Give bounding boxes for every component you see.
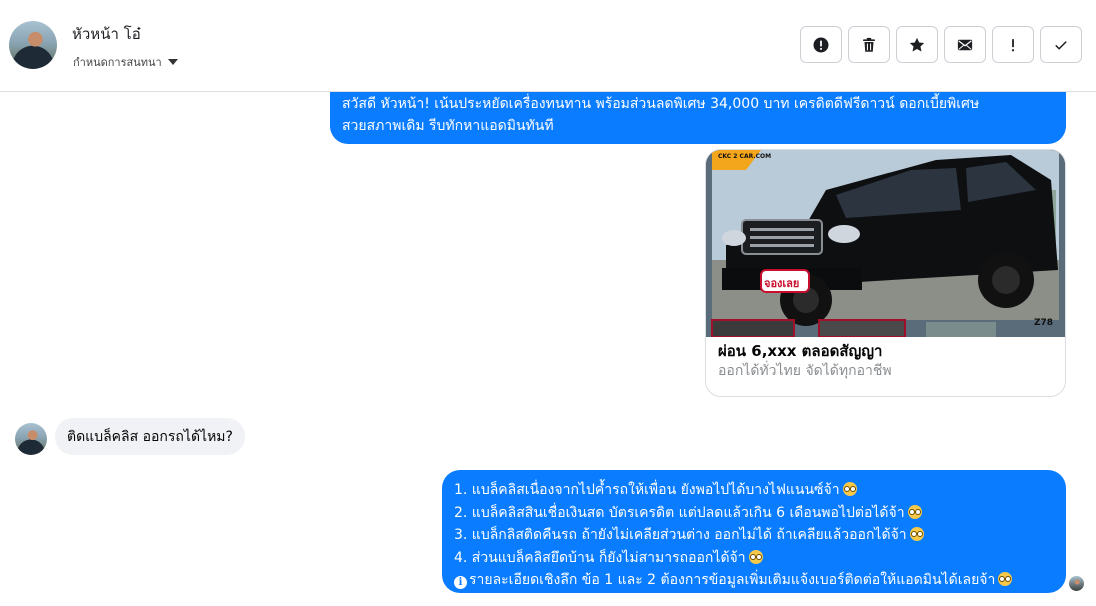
emoji-icon: [907, 504, 922, 519]
truck-image: CKC 2 CAR.COM จองเลย Z78: [706, 150, 1065, 338]
reply-line: 1. แบล็คลิสเนื่องจากไปค้ำรถให้เพื่อน ยัง…: [454, 479, 1054, 502]
star-button[interactable]: [896, 26, 938, 63]
conversation-header: หัวหน้า โอ๋ กำหนดการสนทนา: [0, 0, 1096, 92]
outgoing-reply-message[interactable]: 1. แบล็คลิสเนื่องจากไปค้ำรถให้เพื่อน ยัง…: [442, 470, 1066, 593]
spam-button[interactable]: [800, 26, 842, 63]
follow-up-button[interactable]: [992, 26, 1034, 63]
contact-avatar[interactable]: [9, 21, 57, 69]
contact-name[interactable]: หัวหน้า โอ๋: [72, 22, 141, 46]
mark-done-button[interactable]: [1040, 26, 1082, 63]
conversation-settings-label: กำหนดการสนทนา: [73, 56, 162, 69]
reply-line: 3. แบล็กลิสติดคืนรถ ถ้ายังไม่เคลียส่วนต่…: [454, 524, 1054, 547]
card-subtitle: ออกได้ทั่วไทย จัดได้ทุกอาชีพ: [718, 363, 892, 379]
check-icon: [1055, 40, 1067, 50]
emoji-icon: [998, 572, 1013, 586]
brand-tag: CKC 2 CAR.COM: [718, 153, 772, 160]
incoming-message[interactable]: ติดแบล็คลิส ออกรถได้ไหม?: [55, 418, 245, 455]
alert-circle-icon: [813, 37, 829, 52]
delete-button[interactable]: [848, 26, 890, 63]
emoji-icon: [748, 549, 763, 564]
message-toolbar: [800, 26, 1082, 63]
reply-line: i รายละเอียดเชิงลึก ข้อ 1 และ 2 ต้องการข้…: [454, 569, 1054, 592]
info-icon: i: [454, 576, 467, 589]
star-icon: [909, 37, 925, 51]
emoji-icon: [842, 482, 857, 496]
reply-line: 4. ส่วนแบล็คลิสยึดบ้าน ก็ยังไม่สามารถออก…: [454, 547, 1054, 570]
message-text-line: สวยสภาพเดิม รีบทักหาแอดมินทันที: [342, 118, 554, 134]
conversation-settings-dropdown[interactable]: กำหนดการสนทนา: [73, 53, 178, 71]
contact-avatar-small[interactable]: [15, 423, 47, 455]
mark-unread-button[interactable]: [944, 26, 986, 63]
outgoing-message[interactable]: สวัสดี หัวหน้า! เน้นประหยัดเครื่องทนทาน …: [330, 92, 1066, 144]
product-card[interactable]: CKC 2 CAR.COM จองเลย Z78 ผ่อน 6,xxx ตลอด…: [705, 149, 1066, 397]
exclamation-icon: [1011, 38, 1015, 51]
emoji-icon: [909, 527, 924, 541]
seen-indicator-avatar: [1069, 576, 1084, 591]
message-text-line: สวัสดี หัวหน้า! เน้นประหยัดเครื่องทนทาน …: [342, 96, 980, 112]
trash-icon: [863, 37, 875, 52]
stock-code: Z78: [1034, 318, 1054, 328]
envelope-icon: [957, 39, 973, 50]
caret-down-icon: [167, 59, 178, 65]
book-now-badge: จองเลย: [764, 277, 800, 290]
reply-line: 2. แบล็คลิสสินเชื่อเงินสด บัตรเครดิต แต่…: [454, 502, 1054, 525]
